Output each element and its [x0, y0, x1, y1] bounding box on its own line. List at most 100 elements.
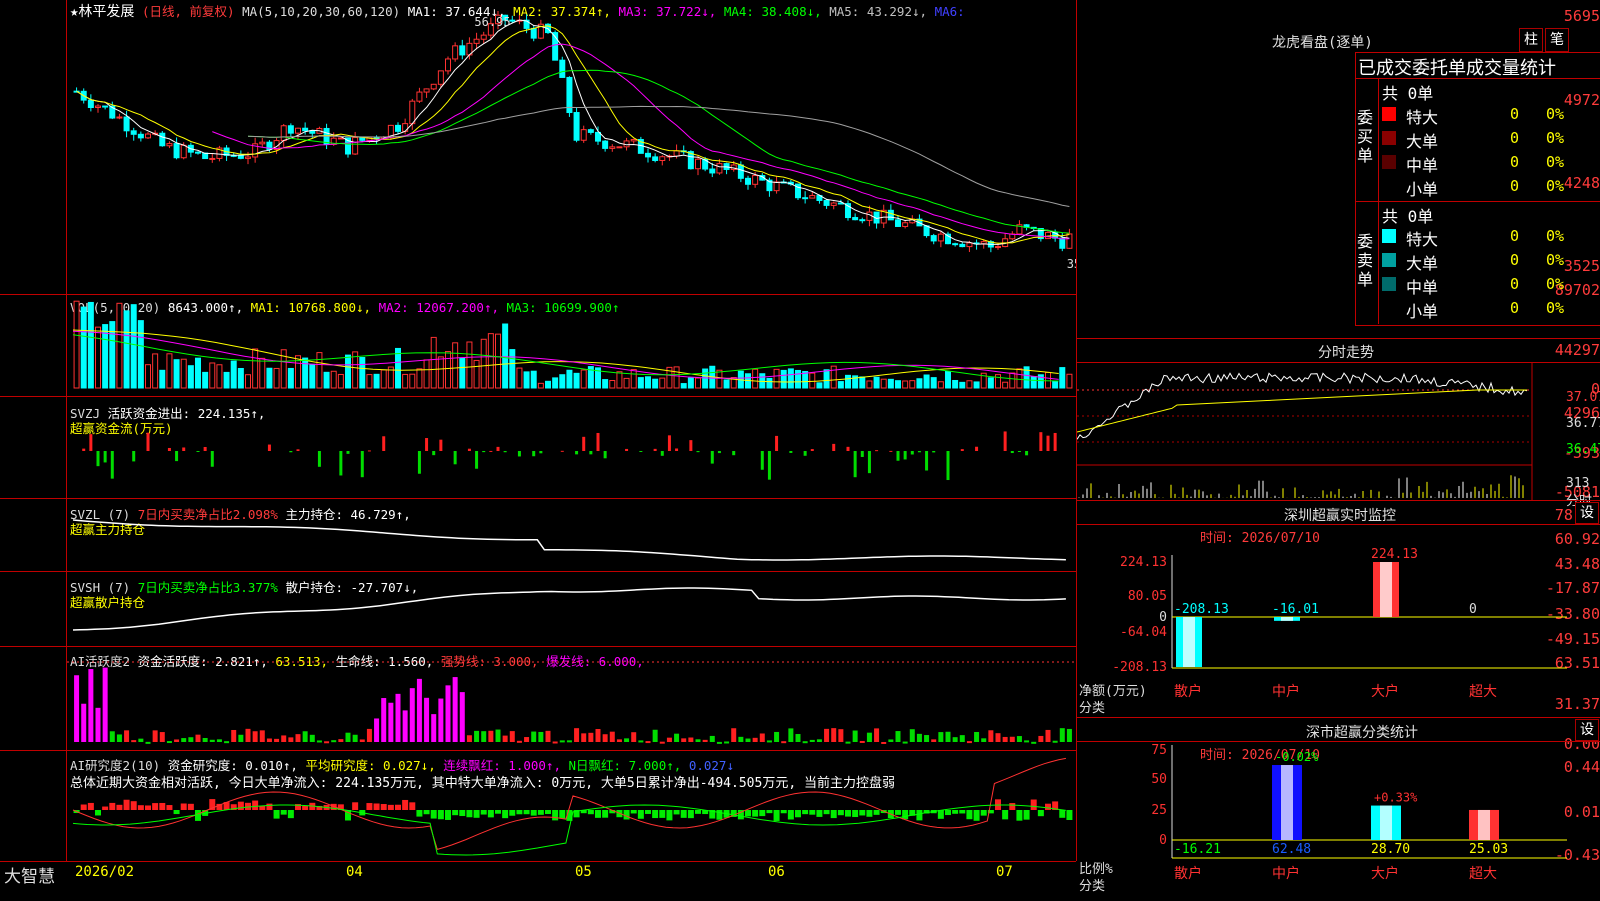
- vol-bar: [216, 364, 223, 389]
- vol-bar: [509, 349, 516, 389]
- research-bar: [452, 810, 459, 816]
- research-bar: [816, 810, 823, 817]
- research-bar: [166, 805, 173, 810]
- monitor-bar-shine: [1183, 617, 1195, 667]
- monitor-category: 大户: [1371, 683, 1399, 700]
- active-bar: [216, 739, 222, 742]
- active-bar: [438, 698, 444, 742]
- low-label: 35.25: [1067, 257, 1076, 271]
- flow-bar: [267, 444, 271, 451]
- research-bar: [387, 804, 394, 810]
- active-bar: [752, 737, 758, 742]
- ma-line: [76, 19, 1070, 245]
- vol-bar: [273, 367, 280, 389]
- flow-bar: [489, 450, 493, 452]
- vol-bar: [673, 366, 680, 389]
- intraday-price-line: [1077, 372, 1528, 440]
- vol-bar: [516, 367, 523, 389]
- research-bar: [302, 806, 309, 810]
- candle-body: [123, 116, 130, 132]
- active-bar: [866, 732, 872, 742]
- active-bar: [338, 739, 344, 742]
- candle-body: [302, 127, 309, 132]
- vol-bar: [866, 380, 873, 389]
- vol-bar: [816, 382, 823, 389]
- research-bar: [552, 810, 559, 821]
- flow-bar: [103, 451, 107, 463]
- candle-body: [887, 209, 894, 221]
- classify-bar-shine: [1281, 765, 1293, 840]
- vol-bar: [445, 351, 451, 389]
- research-bar: [1030, 799, 1037, 810]
- candle-body: [437, 70, 444, 85]
- active-bar: [974, 731, 980, 742]
- flow-bar: [175, 451, 179, 462]
- candle-body: [452, 45, 459, 60]
- active-bar: [166, 741, 172, 744]
- active-bar: [424, 697, 430, 742]
- vol-bar: [137, 320, 144, 389]
- active-bar: [695, 739, 701, 742]
- classify-bar-shine: [1380, 805, 1392, 840]
- flow-bar: [503, 451, 507, 453]
- research-bar: [937, 810, 944, 819]
- active-bar: [945, 731, 951, 742]
- active-bar: [74, 675, 80, 742]
- vol-bar: [787, 368, 794, 389]
- vol-bar: [873, 376, 880, 389]
- research-bar: [252, 800, 259, 810]
- candle-body: [602, 140, 609, 149]
- vol-bar: [887, 378, 894, 389]
- vol-bar: [916, 378, 923, 389]
- classify-category: 散户: [1174, 865, 1202, 882]
- vol-bar: [309, 363, 316, 389]
- flow-bar: [482, 451, 486, 453]
- active-bar: [916, 733, 922, 742]
- candle-body: [1066, 233, 1073, 249]
- research-bar: [659, 810, 666, 818]
- candle-body: [966, 242, 973, 248]
- active-bar: [1052, 740, 1058, 743]
- research-bar: [502, 810, 509, 819]
- research-bar: [752, 810, 759, 817]
- active-bar: [616, 739, 622, 742]
- research-bar: [916, 810, 923, 821]
- research-bar: [466, 810, 473, 818]
- active-bar: [259, 730, 265, 742]
- classify-y-tick: 0: [1159, 833, 1167, 848]
- research-bar: [959, 810, 966, 814]
- candle-body: [952, 243, 959, 246]
- candle-body: [609, 146, 616, 149]
- vol-bar: [1045, 371, 1051, 389]
- flow-bar: [582, 436, 586, 451]
- active-bar: [859, 740, 865, 743]
- kline-plot[interactable]: 56.95 35.25: [67, 0, 1076, 861]
- flow-bar: [517, 451, 521, 457]
- flow-bar: [96, 451, 100, 467]
- classify-y-tick: 25: [1151, 803, 1167, 818]
- vol-bar: [1016, 368, 1023, 389]
- vol-bar: [659, 377, 666, 389]
- vol-bar: [323, 371, 330, 389]
- research-bar: [873, 810, 880, 815]
- flow-bar: [960, 449, 964, 451]
- active-bar: [1009, 736, 1015, 742]
- research-bar: [630, 810, 637, 814]
- candle-body: [309, 130, 316, 134]
- active-bar: [1016, 736, 1022, 742]
- intraday-avg-line: [1077, 389, 1527, 433]
- active-bar: [252, 731, 258, 742]
- vol-bar: [695, 377, 701, 389]
- research-bar: [523, 810, 530, 815]
- active-bar: [474, 730, 480, 742]
- vol-bar: [95, 326, 101, 389]
- vol-bar: [637, 377, 644, 389]
- candle-body: [337, 137, 344, 140]
- ma-line: [76, 25, 1070, 244]
- research-bar: [852, 810, 859, 818]
- active-bar: [966, 741, 972, 744]
- candle-body: [395, 124, 401, 132]
- vol-bar: [302, 357, 309, 389]
- flow-bar: [146, 432, 150, 451]
- flow-bar: [832, 443, 836, 451]
